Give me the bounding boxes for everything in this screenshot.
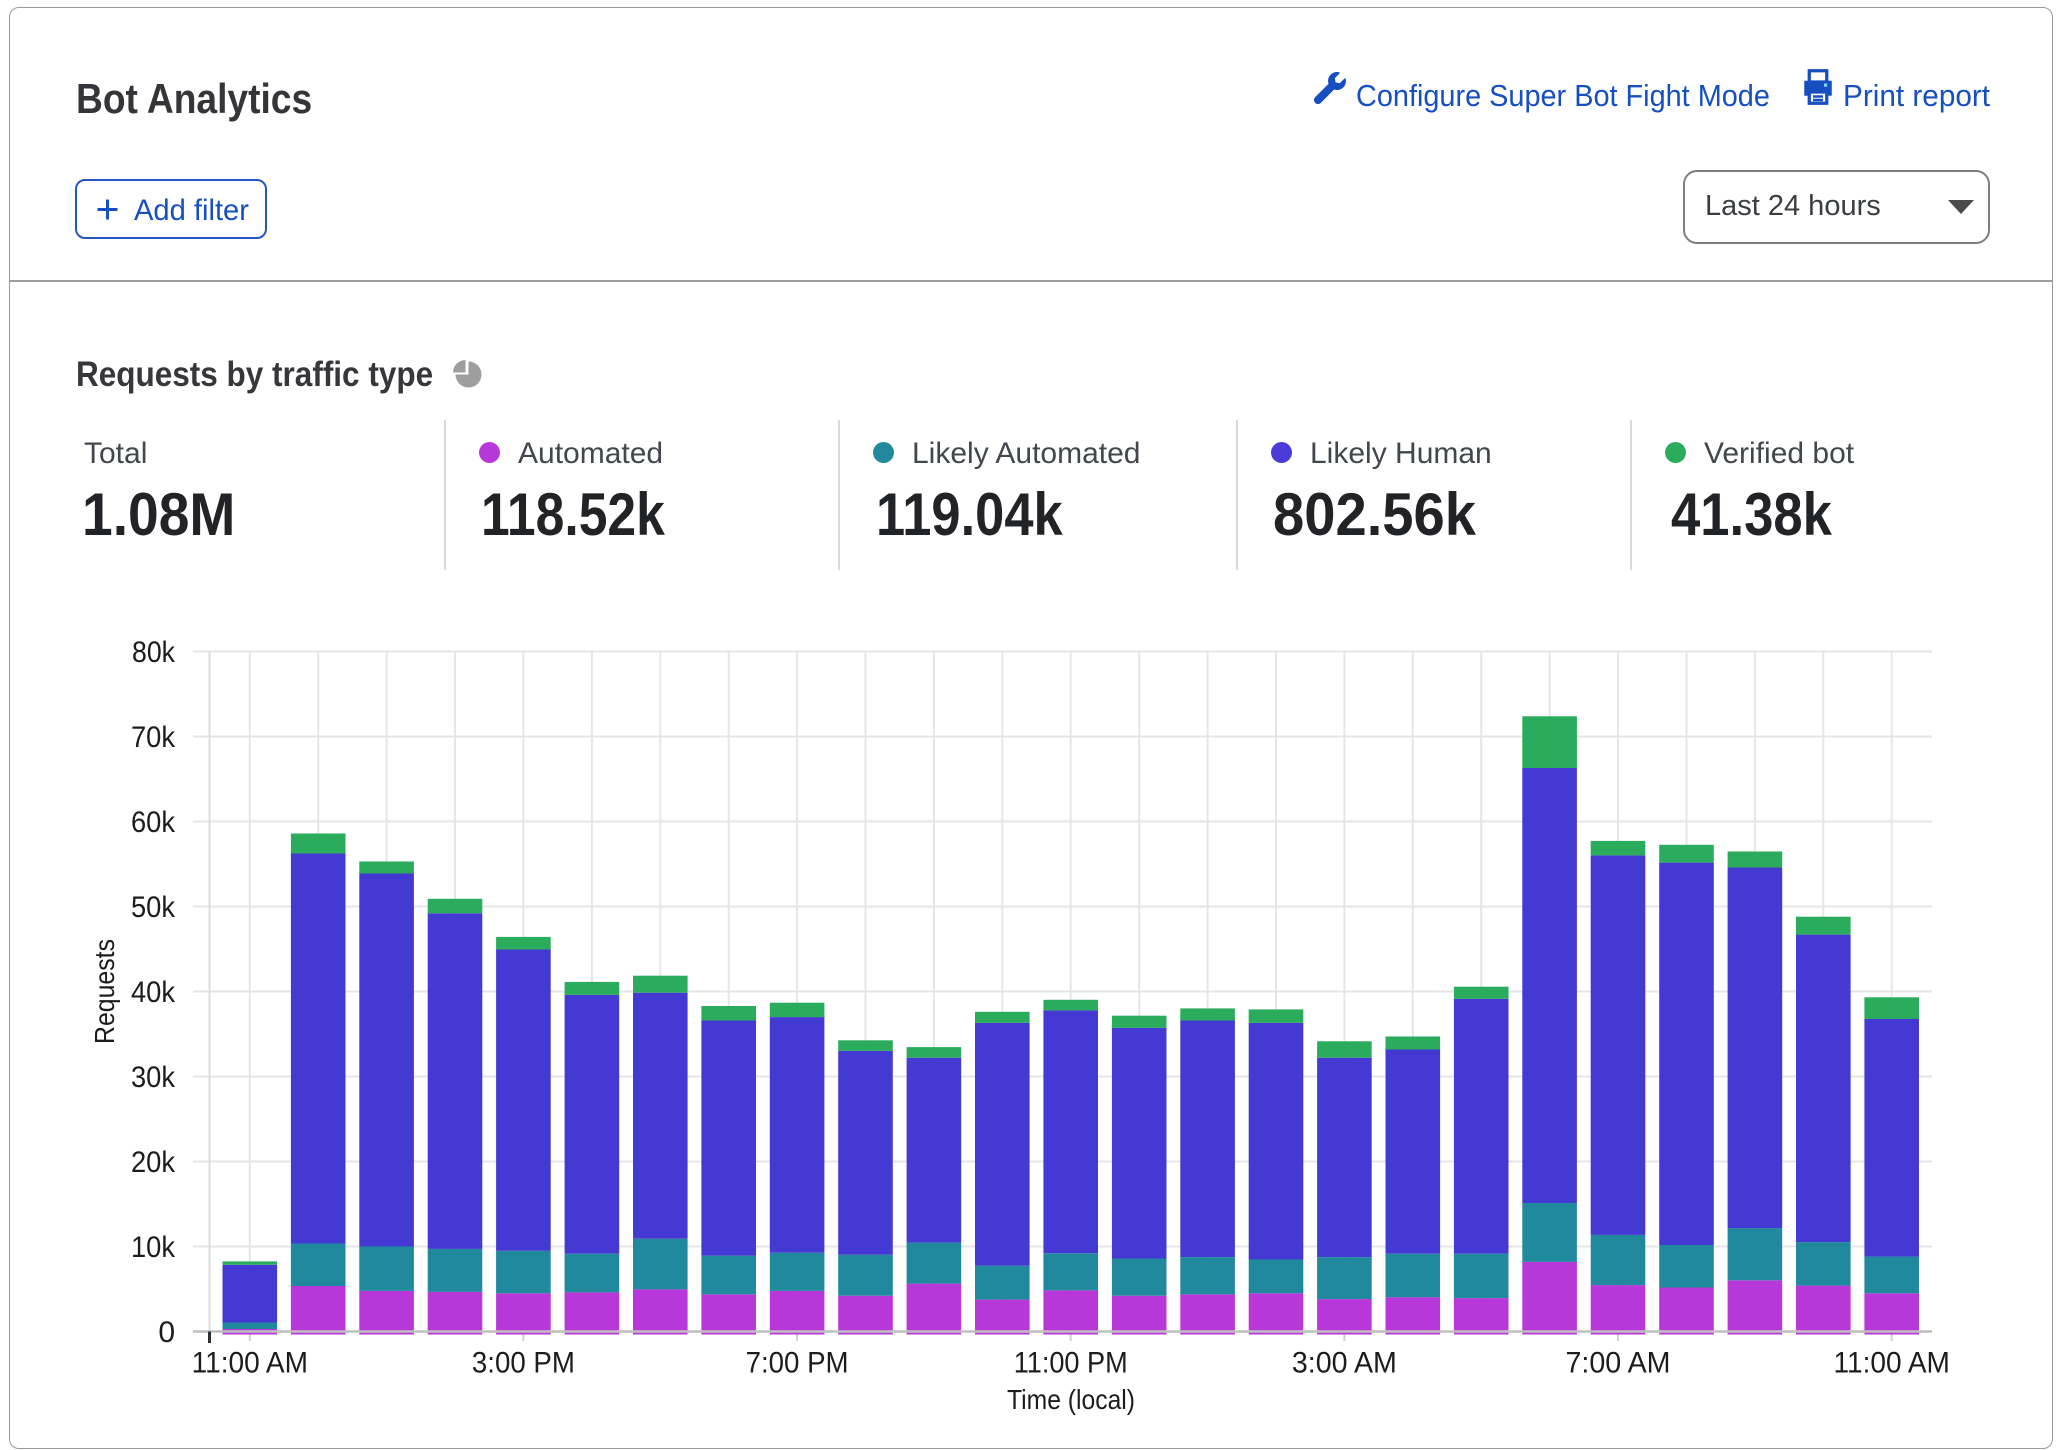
svg-text:50k: 50k xyxy=(131,891,176,924)
svg-text:3:00 AM: 3:00 AM xyxy=(1292,1347,1397,1380)
svg-text:20k: 20k xyxy=(131,1146,176,1179)
svg-text:80k: 80k xyxy=(132,636,176,669)
svg-text:11:00 AM: 11:00 AM xyxy=(1834,1347,1950,1380)
svg-text:40k: 40k xyxy=(131,976,176,1009)
svg-text:7:00 PM: 7:00 PM xyxy=(746,1347,849,1380)
svg-text:7:00 AM: 7:00 AM xyxy=(1566,1347,1671,1380)
svg-text:70k: 70k xyxy=(131,721,176,754)
svg-text:10k: 10k xyxy=(131,1231,176,1264)
svg-text:30k: 30k xyxy=(131,1061,176,1094)
svg-text:11:00 AM: 11:00 AM xyxy=(192,1347,308,1380)
svg-text:0: 0 xyxy=(158,1316,175,1349)
svg-text:Time (local): Time (local) xyxy=(1007,1384,1135,1415)
svg-text:Requests: Requests xyxy=(89,939,120,1044)
svg-text:3:00 PM: 3:00 PM xyxy=(472,1347,575,1380)
svg-text:11:00 PM: 11:00 PM xyxy=(1014,1347,1128,1380)
svg-text:60k: 60k xyxy=(131,806,176,839)
